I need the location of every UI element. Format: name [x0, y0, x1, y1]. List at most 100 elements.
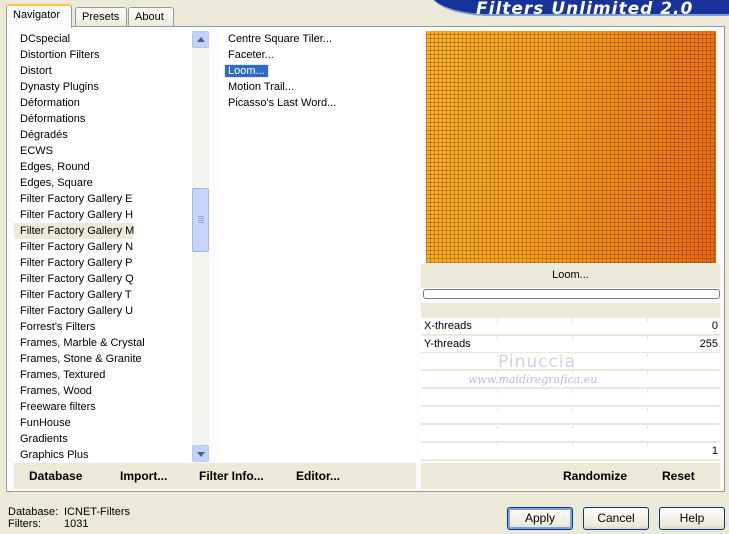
filter-item-label: Faceter... — [228, 49, 274, 61]
slider-tick — [647, 353, 648, 357]
tab-presets[interactable]: Presets — [75, 7, 127, 27]
category-item[interactable]: Dynasty Plugins — [14, 79, 192, 95]
slider-tick — [572, 318, 573, 322]
category-item[interactable]: Frames, Stone & Granite — [14, 351, 192, 367]
parameter-label: X-threads — [424, 320, 472, 332]
filter-item-label: Loom... — [224, 64, 269, 78]
slider-tick — [647, 407, 648, 411]
category-item[interactable]: Frames, Textured — [14, 367, 192, 383]
category-item[interactable]: Distortion Filters — [14, 47, 192, 63]
category-item[interactable]: Filter Factory Gallery M — [14, 223, 134, 239]
navigator-toolbar: Database Import... Filter Info... Editor… — [14, 463, 416, 489]
filter-preview-image — [426, 31, 716, 263]
category-list[interactable]: DCspecial Distortion Filters Distort Dynast… — [14, 31, 192, 462]
parameter-value: 255 — [699, 338, 718, 350]
grip-line — [198, 218, 204, 219]
slider-tick — [572, 407, 573, 411]
import-button[interactable]: Import... — [120, 469, 167, 483]
category-item[interactable]: Frames, Wood — [14, 383, 192, 399]
category-item[interactable]: Filter Factory Gallery P — [14, 255, 192, 271]
filter-item[interactable]: Motion Trail... — [218, 79, 416, 95]
scroll-up-button[interactable] — [192, 31, 209, 48]
database-status-label: Database: — [8, 506, 59, 518]
randomize-button[interactable]: Randomize — [563, 469, 627, 483]
slider-tick — [497, 425, 498, 429]
slider-tick — [647, 443, 648, 447]
parameter-slider-row[interactable] — [421, 425, 720, 441]
slider-tick — [497, 389, 498, 393]
parameter-label: Y-threads — [424, 338, 471, 350]
help-button[interactable]: Help — [659, 507, 725, 530]
progress-bar — [423, 289, 720, 299]
category-item[interactable]: FunHouse — [14, 415, 192, 431]
grip-line — [198, 222, 204, 223]
slider-tick — [572, 336, 573, 340]
grip-line — [198, 220, 204, 221]
category-item[interactable]: DCspecial — [14, 31, 192, 47]
category-item[interactable]: Filter Factory Gallery Q — [14, 271, 192, 287]
status-info: Database: ICNET-Filters Filters: 1031 — [8, 506, 130, 530]
cancel-button[interactable]: Cancel — [583, 507, 649, 530]
slider-tick — [647, 336, 648, 340]
filter-item-label: Centre Square Tiler... — [228, 33, 332, 45]
parameter-toolbar: Randomize Reset — [421, 463, 720, 489]
filter-item-label: Picasso's Last Word... — [228, 97, 337, 109]
scroll-down-button[interactable] — [192, 445, 209, 462]
filters-status-value: 1031 — [64, 518, 89, 530]
parameter-value: 1 — [711, 445, 718, 457]
category-item[interactable]: Dégradés — [14, 127, 192, 143]
category-item[interactable]: Edges, Square — [14, 175, 192, 191]
filter-item[interactable]: Picasso's Last Word... — [218, 95, 416, 111]
filters-unlimited-logo: Filters Unlimited 2.0 — [430, 0, 729, 19]
category-item[interactable]: Filter Factory Gallery T — [14, 287, 192, 303]
filter-item[interactable]: Centre Square Tiler... — [218, 31, 416, 47]
parameter-slider-row[interactable]: Y-threads 255 — [421, 336, 720, 352]
filters-status-label: Filters: — [8, 518, 41, 530]
parameter-slider-row[interactable] — [421, 389, 720, 405]
grip-line — [198, 216, 204, 217]
parameter-slider-row[interactable] — [421, 407, 720, 423]
filter-info-button[interactable]: Filter Info... — [199, 469, 264, 483]
category-item[interactable]: Filter Factory Gallery N — [14, 239, 192, 255]
category-item[interactable]: Distort — [14, 63, 192, 79]
slider-tick — [572, 425, 573, 429]
database-status-value: ICNET-Filters — [64, 506, 130, 518]
arrow-down-icon — [197, 452, 205, 457]
category-item[interactable]: Déformation — [14, 95, 192, 111]
preview-filter-name: Loom... — [552, 269, 589, 281]
parameter-slider-row[interactable]: 1 — [421, 443, 720, 459]
tab-navigator[interactable]: Navigator — [6, 4, 72, 28]
slider-tick — [572, 443, 573, 447]
category-item[interactable]: Frames, Marble & Crystal — [14, 335, 192, 351]
tab-about[interactable]: About — [128, 7, 174, 27]
parameter-value: 0 — [711, 320, 718, 332]
category-scrollbar[interactable] — [192, 31, 209, 462]
slider-tick — [497, 336, 498, 340]
filter-item-label: Motion Trail... — [228, 81, 295, 93]
watermark-name: Pinuccia — [498, 352, 576, 372]
slider-tick — [647, 425, 648, 429]
filter-list[interactable]: Centre Square Tiler... Faceter... Loom... M… — [218, 31, 416, 462]
slider-tick — [497, 407, 498, 411]
reset-button[interactable]: Reset — [662, 469, 695, 483]
filter-item[interactable]: Faceter... — [218, 47, 416, 63]
apply-button[interactable]: Apply — [507, 507, 573, 530]
arrow-up-icon — [197, 37, 205, 42]
parameter-slider-row[interactable]: X-threads 0 — [421, 318, 720, 334]
slider-tick — [497, 443, 498, 447]
category-item[interactable]: Gradients — [14, 431, 192, 447]
category-item[interactable]: Filter Factory Gallery H — [14, 207, 192, 223]
scroll-thumb[interactable] — [192, 188, 209, 252]
slider-tick — [647, 389, 648, 393]
editor-button[interactable]: Editor... — [296, 469, 340, 483]
category-item[interactable]: Filter Factory Gallery U — [14, 303, 192, 319]
filter-item[interactable]: Loom... — [218, 63, 416, 79]
category-item[interactable]: Filter Factory Gallery E — [14, 191, 192, 207]
category-item[interactable]: Edges, Round — [14, 159, 192, 175]
category-item[interactable]: ECWS — [14, 143, 192, 159]
category-item[interactable]: Forrest's Filters — [14, 319, 192, 335]
category-item[interactable]: Freeware filters — [14, 399, 192, 415]
category-item[interactable]: Graphics Plus — [14, 447, 192, 462]
category-item[interactable]: Déformations — [14, 111, 192, 127]
database-button[interactable]: Database — [29, 469, 82, 483]
